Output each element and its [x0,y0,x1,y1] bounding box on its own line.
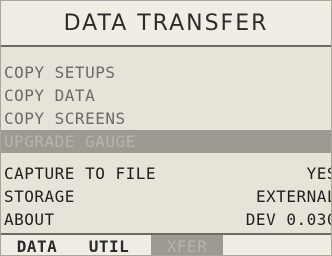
transfer-menu: COPY SETUPS COPY DATA COPY SCREENS UPGRA… [1,61,331,153]
menu-item-copy-screens[interactable]: COPY SCREENS [1,107,331,130]
tab-data[interactable]: DATA [1,235,73,255]
setting-capture-to-file[interactable]: CAPTURE TO FILE YES [1,162,331,185]
menu-item-copy-data[interactable]: COPY DATA [1,84,331,107]
tab-bar: DATA UTIL XFER [1,233,331,255]
tab-xfer[interactable]: XFER [151,235,223,255]
device-screen: DATA TRANSFER COPY SETUPS COPY DATA COPY… [0,0,332,256]
setting-value: YES [306,164,331,183]
setting-label: CAPTURE TO FILE [4,164,156,183]
setting-value: DEV 0.030 [245,210,332,229]
setting-label: STORAGE [4,187,75,206]
setting-about[interactable]: ABOUT DEV 0.030 [1,208,331,231]
settings-list: CAPTURE TO FILE YES STORAGE EXTERNAL ABO… [1,162,331,231]
tab-util[interactable]: UTIL [77,235,141,255]
setting-label: ABOUT [4,210,55,229]
menu-item-upgrade-gauge[interactable]: UPGRADE GAUGE [1,130,331,153]
setting-value: EXTERNAL [255,187,332,206]
screen-title: DATA TRANSFER [1,1,331,47]
menu-item-copy-setups[interactable]: COPY SETUPS [1,61,331,84]
setting-storage[interactable]: STORAGE EXTERNAL [1,185,331,208]
